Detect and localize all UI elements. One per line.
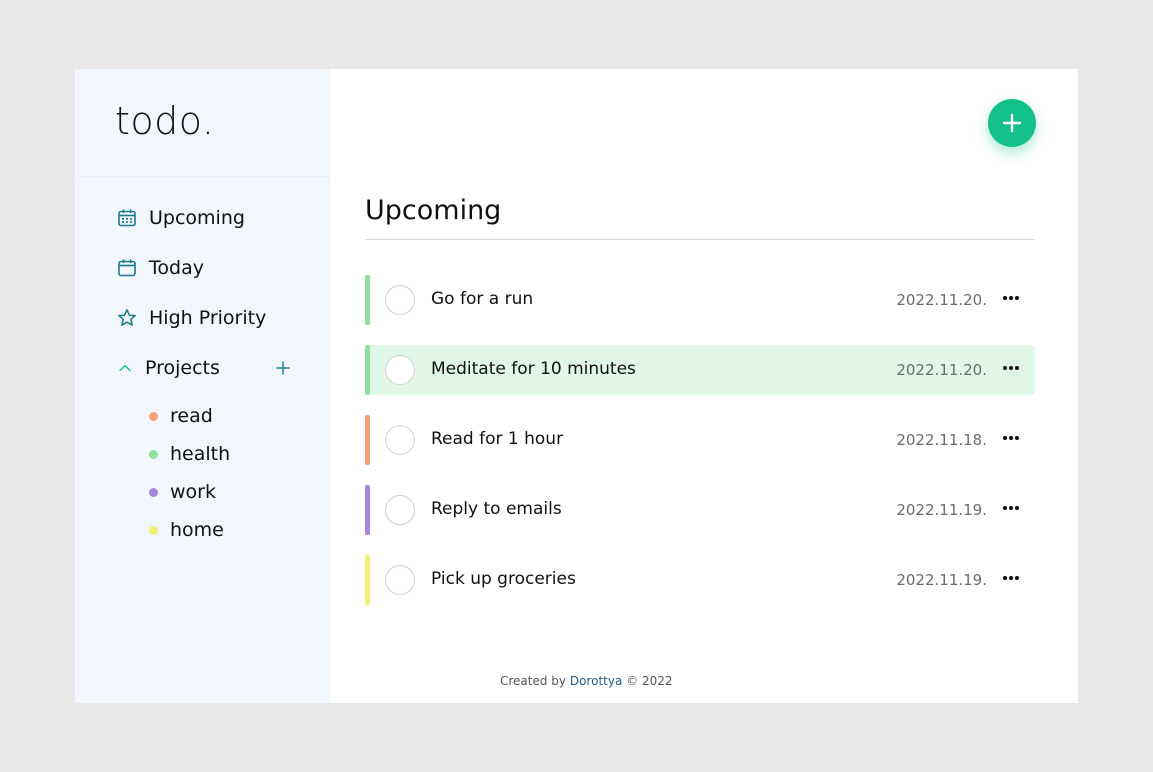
footer-credit: Created by Dorottya © 2022 (500, 674, 672, 688)
task-title: Read for 1 hour (431, 429, 564, 449)
more-options-icon[interactable] (1001, 358, 1021, 378)
project-item-health[interactable]: health (149, 435, 292, 473)
sidebar-item-label: Upcoming (149, 207, 245, 229)
task-date: 2022.11.19. (896, 501, 987, 519)
sidebar-item-high-priority[interactable]: High Priority (117, 301, 292, 335)
sidebar-item-upcoming[interactable]: Upcoming (117, 201, 292, 235)
task-row[interactable]: Reply to emails 2022.11.19. (365, 485, 1035, 535)
page-title: Upcoming (365, 195, 502, 226)
project-label: home (170, 519, 224, 541)
task-row[interactable]: Go for a run 2022.11.20. (365, 275, 1035, 325)
footer-suffix: © 2022 (622, 674, 673, 688)
task-checkbox[interactable] (385, 425, 415, 455)
author-link[interactable]: Dorottya (570, 674, 622, 688)
plus-icon (1002, 113, 1022, 133)
project-color-dot (149, 487, 158, 497)
add-task-button[interactable] (988, 99, 1036, 147)
task-priority-bar (365, 415, 370, 465)
project-label: read (170, 405, 213, 427)
project-color-dot (149, 411, 158, 421)
task-priority-bar (365, 275, 370, 325)
more-options-icon[interactable] (1001, 568, 1021, 588)
sidebar-item-today[interactable]: Today (117, 251, 292, 285)
project-item-read[interactable]: read (149, 397, 292, 435)
star-icon (117, 308, 137, 328)
task-priority-bar (365, 345, 370, 395)
task-title: Go for a run (431, 289, 534, 309)
project-list: read health work home (149, 397, 292, 549)
task-date: 2022.11.20. (896, 361, 987, 379)
projects-label[interactable]: Projects (145, 357, 220, 379)
task-checkbox[interactable] (385, 355, 415, 385)
task-date: 2022.11.18. (896, 431, 987, 449)
calendar-icon (117, 258, 137, 278)
project-label: work (170, 481, 216, 503)
task-date: 2022.11.20. (896, 291, 987, 309)
task-list: Go for a run 2022.11.20. Meditate for 10… (365, 275, 1035, 625)
task-priority-bar (365, 485, 370, 535)
project-label: health (170, 443, 231, 465)
project-color-dot (149, 449, 158, 459)
task-priority-bar (365, 555, 370, 605)
title-divider (365, 239, 1035, 240)
task-title: Reply to emails (431, 499, 562, 519)
more-options-icon[interactable] (1001, 498, 1021, 518)
task-checkbox[interactable] (385, 565, 415, 595)
sidebar: todo. Upcoming Today High Priority Proje… (75, 69, 330, 703)
task-checkbox[interactable] (385, 495, 415, 525)
more-options-icon[interactable] (1001, 428, 1021, 448)
task-checkbox[interactable] (385, 285, 415, 315)
projects-header: Projects (117, 351, 292, 385)
footer-prefix: Created by (500, 674, 570, 688)
task-row[interactable]: Meditate for 10 minutes 2022.11.20. (365, 345, 1035, 395)
sidebar-item-label: High Priority (149, 307, 267, 329)
project-color-dot (149, 525, 158, 535)
chevron-up-icon[interactable] (117, 360, 133, 376)
app-window: todo. Upcoming Today High Priority Proje… (75, 69, 1078, 703)
main-panel: Upcoming Go for a run 2022.11.20. Medita… (330, 69, 1078, 703)
task-row[interactable]: Read for 1 hour 2022.11.18. (365, 415, 1035, 465)
task-title: Meditate for 10 minutes (431, 359, 636, 379)
more-options-icon[interactable] (1001, 288, 1021, 308)
sidebar-divider (75, 176, 330, 177)
sidebar-nav: Upcoming Today High Priority Projects re… (117, 201, 292, 549)
add-project-button[interactable] (274, 359, 292, 377)
sidebar-item-label: Today (149, 257, 204, 279)
task-date: 2022.11.19. (896, 571, 987, 589)
task-title: Pick up groceries (431, 569, 576, 589)
task-row[interactable]: Pick up groceries 2022.11.19. (365, 555, 1035, 605)
app-logo: todo. (115, 99, 215, 143)
project-item-home[interactable]: home (149, 511, 292, 549)
project-item-work[interactable]: work (149, 473, 292, 511)
calendar-grid-icon (117, 208, 137, 228)
